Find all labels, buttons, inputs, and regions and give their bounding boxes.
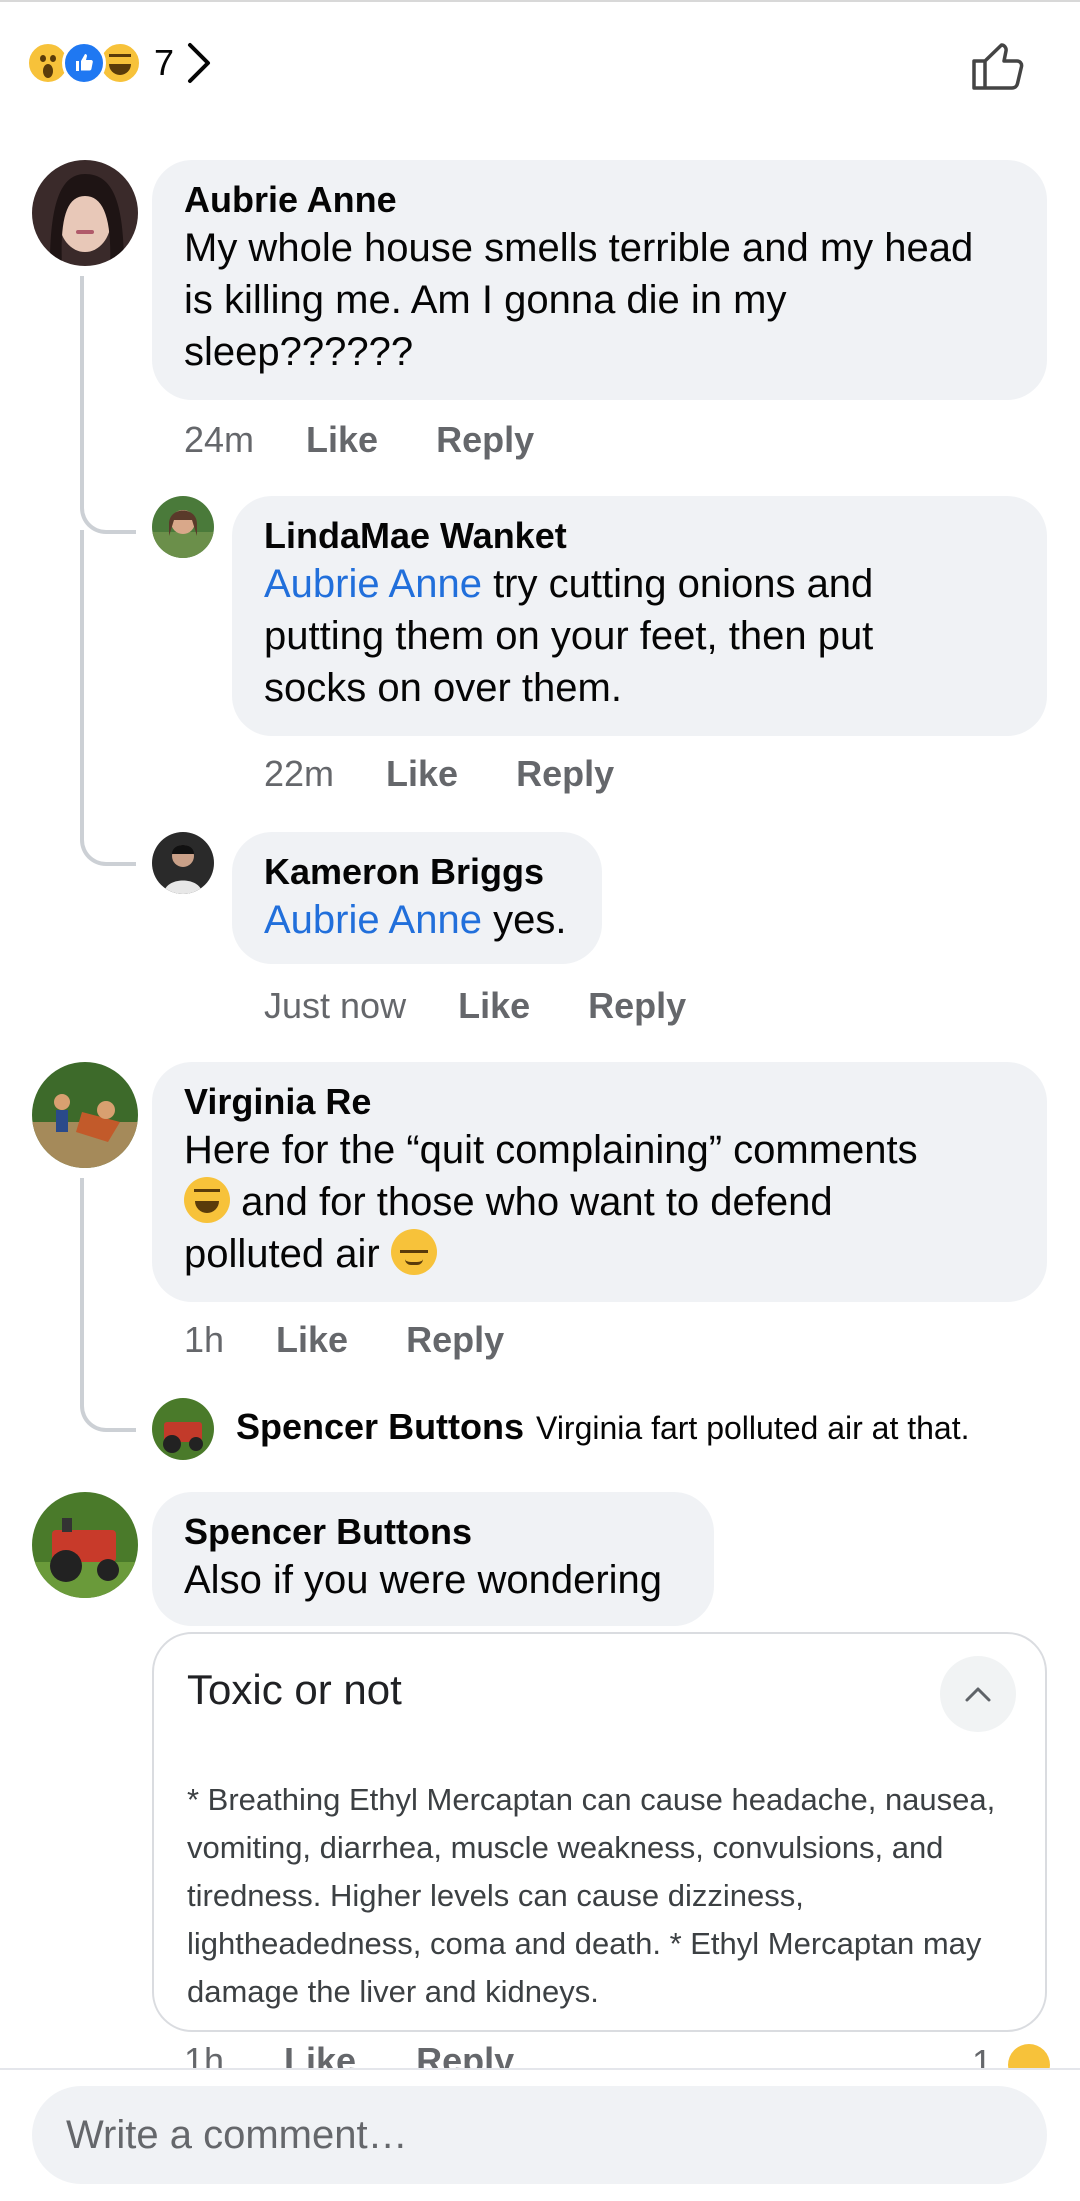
like-icon <box>62 41 106 85</box>
comment-text-line: Also if you were wondering <box>184 1558 663 1602</box>
thread-connector <box>80 1178 136 1432</box>
comment-text-line: sleep?????? <box>184 330 414 374</box>
comment-actions: 24m Like Reply <box>184 418 534 462</box>
reply-link[interactable]: Reply <box>588 984 686 1028</box>
like-link[interactable]: Like <box>458 984 530 1028</box>
avatar[interactable] <box>152 496 214 558</box>
avatar[interactable] <box>152 1398 214 1460</box>
comment-text-line: Here for the “quit complaining” comments <box>184 1128 918 1172</box>
like-link[interactable]: Like <box>276 1318 348 1362</box>
reactions-summary[interactable]: 7 <box>26 38 214 88</box>
comment-bubble[interactable]: Aubrie Anne My whole house smells terrib… <box>152 160 1047 400</box>
comment-author[interactable]: Aubrie Anne <box>184 178 1015 222</box>
comment-author[interactable]: LindaMae Wanket <box>264 514 1015 558</box>
comment-text: and for those who want to defend <box>230 1180 833 1224</box>
comment-time: 22m <box>264 753 335 794</box>
comment-text-line: Aubrie Anne try cutting onions and <box>264 558 1015 610</box>
reply-bubble[interactable]: LindaMae Wanket Aubrie Anne try cutting … <box>232 496 1047 736</box>
comment-text: polluted air <box>184 1232 391 1276</box>
reply-link[interactable]: Reply <box>436 418 534 462</box>
comment-text-line: and for those who want to defend <box>184 1176 1015 1228</box>
avatar[interactable] <box>32 1062 138 1168</box>
sheet-top-edge <box>0 0 1080 2</box>
laughing-emoji-icon <box>184 1177 230 1223</box>
card-body-text: * Breathing Ethyl Mercaptan can cause he… <box>187 1782 996 2009</box>
comment-author[interactable]: Spencer Buttons <box>184 1510 682 1554</box>
comment-input[interactable]: Write a comment… <box>32 2086 1047 2184</box>
chevron-up-icon <box>965 1687 991 1702</box>
reply-link[interactable]: Reply <box>516 752 614 796</box>
comment-author[interactable]: Kameron Briggs <box>264 850 570 894</box>
thread-line <box>80 276 84 491</box>
reply-preview-author[interactable]: Spencer Buttons <box>236 1406 524 1447</box>
relieved-emoji-icon <box>390 1229 437 1275</box>
comment-actions: 22m Like Reply <box>264 752 614 796</box>
comment-text-line: polluted air <box>184 1228 1015 1280</box>
comment-text-line: Aubrie Anne yes. <box>264 894 570 946</box>
reply-bubble[interactable]: Kameron Briggs Aubrie Anne yes. <box>232 832 602 964</box>
comment-bubble[interactable]: Spencer Buttons Also if you were wonderi… <box>152 1492 714 1626</box>
comment-bubble[interactable]: Virginia Re Here for the “quit complaini… <box>152 1062 1047 1302</box>
comment-text-line: is killing me. Am I gonna die in my <box>184 278 787 322</box>
mention-link[interactable]: Aubrie Anne <box>264 898 482 942</box>
comment-text: try cutting onions and <box>481 562 874 606</box>
comment-author[interactable]: Virginia Re <box>184 1080 1015 1124</box>
thread-connector <box>80 530 136 866</box>
comment-text-line: socks on over them. <box>264 666 622 710</box>
comment-time: Just now <box>264 985 407 1026</box>
mention-link[interactable]: Aubrie Anne <box>264 562 482 606</box>
comment-text: yes. <box>481 898 567 942</box>
card-title: Toxic or not <box>187 1666 402 1713</box>
comment-actions: 1h Like Reply <box>184 1318 504 1362</box>
reply-preview[interactable]: Spencer Buttons Virginia fart polluted ai… <box>236 1398 969 1458</box>
like-link[interactable]: Like <box>306 418 378 462</box>
comment-input-placeholder: Write a comment… <box>66 2112 408 2157</box>
comment-actions: Just now Like Reply <box>264 984 686 1028</box>
collapse-button[interactable] <box>940 1656 1016 1732</box>
comment-text-line: My whole house smells terrible and my he… <box>184 226 974 270</box>
comment-time: 24m <box>184 419 255 460</box>
thread-connector <box>80 490 136 534</box>
comment-text-line: putting them on your feet, then put <box>264 614 874 658</box>
comment-time: 1h <box>184 1319 225 1360</box>
chevron-right-icon <box>188 43 211 83</box>
thumbs-up-icon[interactable] <box>968 34 1030 96</box>
reaction-count: 7 <box>154 42 175 83</box>
shared-card[interactable]: Toxic or not * Breathing Ethyl Mercaptan… <box>152 1632 1047 2032</box>
avatar[interactable] <box>152 832 214 894</box>
reply-preview-text: Virginia fart polluted air at that. <box>536 1410 970 1446</box>
like-link[interactable]: Like <box>386 752 458 796</box>
reply-link[interactable]: Reply <box>406 1318 504 1362</box>
avatar[interactable] <box>32 160 138 266</box>
avatar[interactable] <box>32 1492 138 1598</box>
